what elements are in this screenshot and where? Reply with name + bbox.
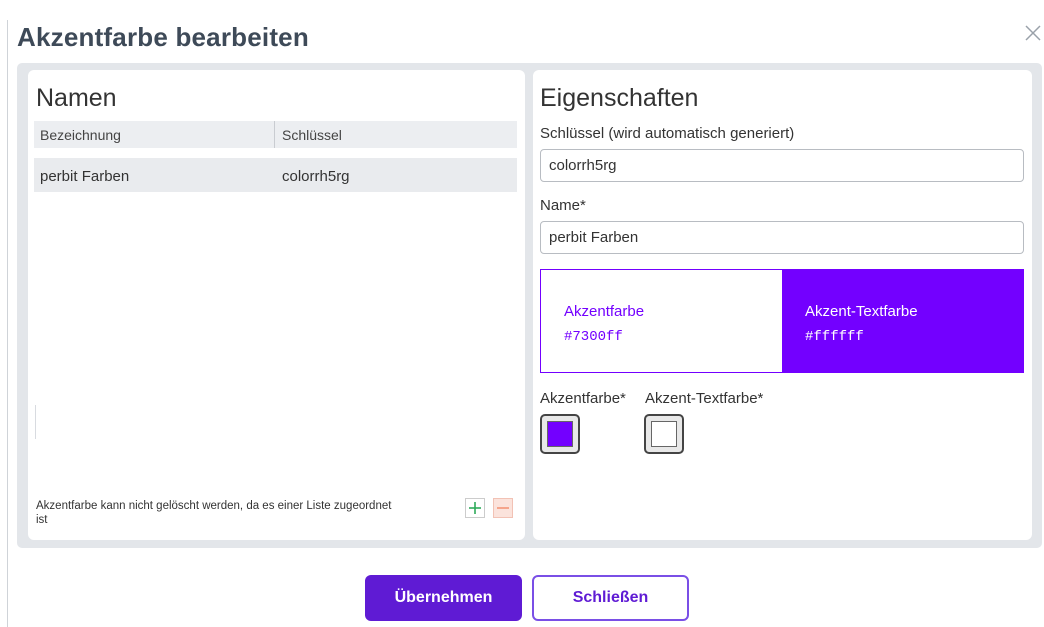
name-field-label: Name*: [540, 197, 586, 214]
plus-icon: [469, 502, 481, 514]
name-input[interactable]: [540, 221, 1024, 254]
table-row[interactable]: perbit Farben colorrh5rg: [34, 158, 517, 192]
delete-info-text: Akzentfarbe kann nicht gelöscht werden, …: [36, 500, 392, 526]
close-icon[interactable]: [1024, 24, 1042, 42]
close-button[interactable]: Schließen: [532, 575, 689, 621]
dialog-title: Akzentfarbe bearbeiten: [17, 22, 309, 52]
row-schluessel-cell: colorrh5rg: [282, 168, 350, 185]
accent-text-swatch-label: Akzent-Textfarbe*: [645, 390, 764, 407]
accent-text-color-fill: [651, 421, 677, 447]
minus-icon: [497, 507, 509, 509]
accent-color-preview: Akzentfarbe #7300ff: [541, 270, 782, 372]
names-panel-title: Namen: [36, 84, 117, 112]
accent-text-color-preview: Akzent-Textfarbe #ffffff: [782, 270, 1023, 372]
accent-preview-hex: #7300ff: [564, 329, 623, 345]
edit-accent-color-dialog: Akzentfarbe bearbeiten Namen Bezeichnung…: [0, 0, 1044, 627]
remove-button[interactable]: [493, 498, 513, 518]
key-field-label: Schlüssel (wird automatisch generiert): [540, 125, 795, 142]
accent-color-picker[interactable]: [540, 414, 580, 454]
accent-text-color-picker[interactable]: [644, 414, 684, 454]
dialog-left-border: [7, 20, 8, 627]
accent-swatch-label: Akzentfarbe*: [540, 390, 626, 407]
key-input[interactable]: [540, 149, 1024, 182]
add-button[interactable]: [465, 498, 485, 518]
accent-color-fill: [547, 421, 573, 447]
column-separator[interactable]: [274, 121, 275, 148]
column-header-schluessel[interactable]: Schlüssel: [282, 127, 342, 143]
color-preview: Akzentfarbe #7300ff Akzent-Textfarbe #ff…: [540, 269, 1024, 373]
column-header-bezeichnung[interactable]: Bezeichnung: [40, 127, 121, 143]
accent-text-preview-label: Akzent-Textfarbe: [805, 303, 918, 320]
list-scrollbar[interactable]: [35, 405, 36, 439]
accent-text-preview-hex: #ffffff: [805, 329, 864, 345]
properties-panel-title: Eigenschaften: [540, 84, 699, 112]
row-bezeichnung-cell: perbit Farben: [40, 168, 130, 185]
names-grid-header: Bezeichnung Schlüssel: [34, 121, 517, 148]
apply-button[interactable]: Übernehmen: [365, 575, 522, 621]
accent-preview-label: Akzentfarbe: [564, 303, 645, 320]
